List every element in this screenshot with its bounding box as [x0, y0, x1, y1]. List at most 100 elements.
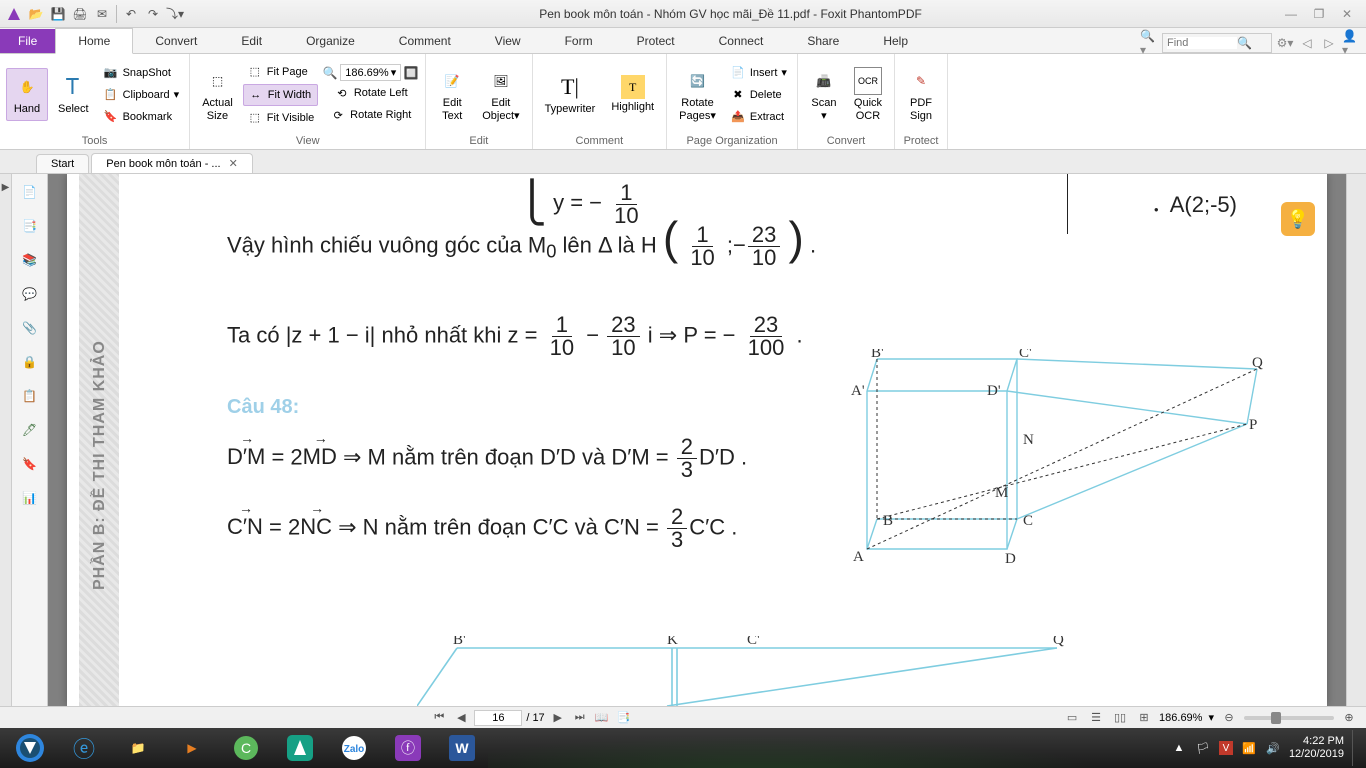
tab-edit[interactable]: Edit: [219, 29, 284, 53]
snapshot-button[interactable]: 📷SnapShot: [99, 63, 184, 83]
tray-volume-icon[interactable]: 🔊: [1265, 740, 1281, 756]
save-icon[interactable]: 💾: [48, 4, 68, 24]
right-gutter-scroll[interactable]: [1346, 174, 1366, 706]
tab-view[interactable]: View: [473, 29, 543, 53]
tab-close-icon[interactable]: ✕: [229, 157, 238, 170]
nav-next-icon[interactable]: ▷: [1320, 34, 1338, 52]
facing-view-icon[interactable]: ▯▯: [1111, 710, 1129, 726]
tray-flag-icon[interactable]: 🏳: [1195, 740, 1211, 756]
reading-icon[interactable]: 📑: [615, 710, 633, 726]
layers-panel-icon[interactable]: 📚: [20, 250, 40, 270]
tab-form[interactable]: Form: [543, 29, 615, 53]
explorer-icon[interactable]: 📁: [112, 730, 164, 766]
nav-prev-icon[interactable]: ◁: [1298, 34, 1316, 52]
extract-button[interactable]: 📤Extract: [726, 107, 791, 127]
tab-comment[interactable]: Comment: [377, 29, 473, 53]
delete-button[interactable]: ✖Delete: [726, 85, 791, 105]
order-panel-icon[interactable]: 📊: [20, 488, 40, 508]
foxit-taskbar-icon[interactable]: ⓕ: [382, 730, 434, 766]
page-number-input[interactable]: [474, 710, 522, 726]
tags-panel-icon[interactable]: 🔖: [20, 454, 40, 474]
continuous-view-icon[interactable]: ☰: [1087, 710, 1105, 726]
fit-visible-button[interactable]: ⬚Fit Visible: [243, 108, 318, 128]
signatures-panel-icon[interactable]: 🖊: [20, 420, 40, 440]
tab-document[interactable]: Pen book môn toán - ...✕: [91, 153, 253, 173]
restore-button[interactable]: ❐: [1308, 5, 1330, 23]
email-icon[interactable]: ✉: [92, 4, 112, 24]
select-button[interactable]: ᎢSelect: [52, 69, 95, 119]
zoom-icon[interactable]: 🔍: [322, 65, 338, 81]
attachments-panel-icon[interactable]: 📎: [20, 318, 40, 338]
zoom-combo[interactable]: 186.69%▾: [340, 64, 401, 81]
coccoc-icon[interactable]: C: [220, 730, 272, 766]
actual-size-button[interactable]: ⬚Actual Size: [196, 63, 239, 125]
fields-panel-icon[interactable]: 📋: [20, 386, 40, 406]
first-page-button[interactable]: ⏮: [430, 710, 448, 726]
system-clock[interactable]: 4:22 PM 12/20/2019: [1289, 735, 1344, 761]
find-scope-icon[interactable]: 🔍▾: [1140, 34, 1158, 52]
find-box[interactable]: 🔍: [1162, 33, 1272, 53]
highlight-button[interactable]: THighlight: [605, 71, 660, 117]
zoom-marquee-icon[interactable]: 🔲: [403, 65, 419, 81]
minimize-button[interactable]: —: [1280, 5, 1302, 23]
tab-protect[interactable]: Protect: [615, 29, 697, 53]
tab-organize[interactable]: Organize: [284, 29, 377, 53]
edit-object-button[interactable]: 🖼Edit Object▾: [476, 63, 525, 125]
edit-text-button[interactable]: 📝Edit Text: [432, 63, 472, 125]
zoom-in-button[interactable]: ⊕: [1340, 710, 1358, 726]
app-icon[interactable]: [4, 4, 24, 24]
tray-network-icon[interactable]: 📶: [1241, 740, 1257, 756]
nav-collapse-toggle[interactable]: ▶: [0, 174, 12, 706]
show-desktop-button[interactable]: [1352, 730, 1360, 766]
clipboard-button[interactable]: 📋Clipboard▾: [99, 85, 184, 105]
pages-panel-icon[interactable]: 📄: [20, 182, 40, 202]
ie-icon[interactable]: ⓔ: [58, 730, 110, 766]
rotate-pages-button[interactable]: 🔄Rotate Pages▾: [673, 63, 722, 125]
next-page-button[interactable]: ▶: [549, 710, 567, 726]
hand-button[interactable]: ✋Hand: [6, 68, 48, 120]
tab-convert[interactable]: Convert: [133, 29, 219, 53]
single-page-view-icon[interactable]: ▭: [1063, 710, 1081, 726]
print-icon[interactable]: 🖨: [70, 4, 90, 24]
last-page-button[interactable]: ⏭: [571, 710, 589, 726]
open-icon[interactable]: 📂: [26, 4, 46, 24]
typewriter-button[interactable]: T|Typewriter: [539, 69, 602, 119]
rotate-left-button[interactable]: ⟲Rotate Left: [330, 83, 412, 103]
bookmarks-panel-icon[interactable]: 📑: [20, 216, 40, 236]
fit-page-button[interactable]: ⬚Fit Page: [243, 62, 318, 82]
prev-page-button[interactable]: ◀: [452, 710, 470, 726]
comments-panel-icon[interactable]: 💬: [20, 284, 40, 304]
media-player-icon[interactable]: ▶: [166, 730, 218, 766]
redo-icon[interactable]: ↷: [143, 4, 163, 24]
bookmark-button[interactable]: 🔖Bookmark: [99, 107, 184, 127]
reflow-icon[interactable]: 📖: [593, 710, 611, 726]
zoom-out-button[interactable]: ⊖: [1220, 710, 1238, 726]
find-input[interactable]: [1167, 37, 1237, 49]
file-tab[interactable]: File: [0, 29, 55, 53]
word-icon[interactable]: W: [436, 730, 488, 766]
tab-connect[interactable]: Connect: [697, 29, 786, 53]
start-button[interactable]: [4, 730, 56, 766]
user-icon[interactable]: 👤▾: [1342, 34, 1360, 52]
settings-icon[interactable]: ⚙▾: [1276, 34, 1294, 52]
fit-width-button[interactable]: ↔Fit Width: [243, 84, 318, 106]
insert-button[interactable]: 📄Insert▾: [726, 63, 791, 83]
tray-v-icon[interactable]: V: [1219, 741, 1233, 755]
close-button[interactable]: ✕: [1336, 5, 1358, 23]
undo-icon[interactable]: ↶: [121, 4, 141, 24]
continuous-facing-view-icon[interactable]: ⊞: [1135, 710, 1153, 726]
security-panel-icon[interactable]: 🔒: [20, 352, 40, 372]
quick-ocr-button[interactable]: OCRQuick OCR: [848, 63, 888, 125]
zalo-icon[interactable]: Zalo: [328, 730, 380, 766]
page-viewport[interactable]: PHẦN B: ĐỀ THI THAM KHẢO 💡 ⎩ y = − 110 ●…: [48, 174, 1346, 706]
search-icon[interactable]: 🔍: [1237, 36, 1252, 50]
rotate-right-button[interactable]: ⟳Rotate Right: [326, 105, 415, 125]
scan-button[interactable]: 📠Scan▾: [804, 63, 844, 125]
tab-home[interactable]: Home: [55, 28, 133, 54]
tab-start[interactable]: Start: [36, 154, 89, 173]
zoom-slider[interactable]: [1244, 716, 1334, 720]
tab-share[interactable]: Share: [785, 29, 861, 53]
tray-up-icon[interactable]: ▲: [1171, 740, 1187, 756]
app-icon-2[interactable]: [274, 730, 326, 766]
tab-help[interactable]: Help: [861, 29, 930, 53]
